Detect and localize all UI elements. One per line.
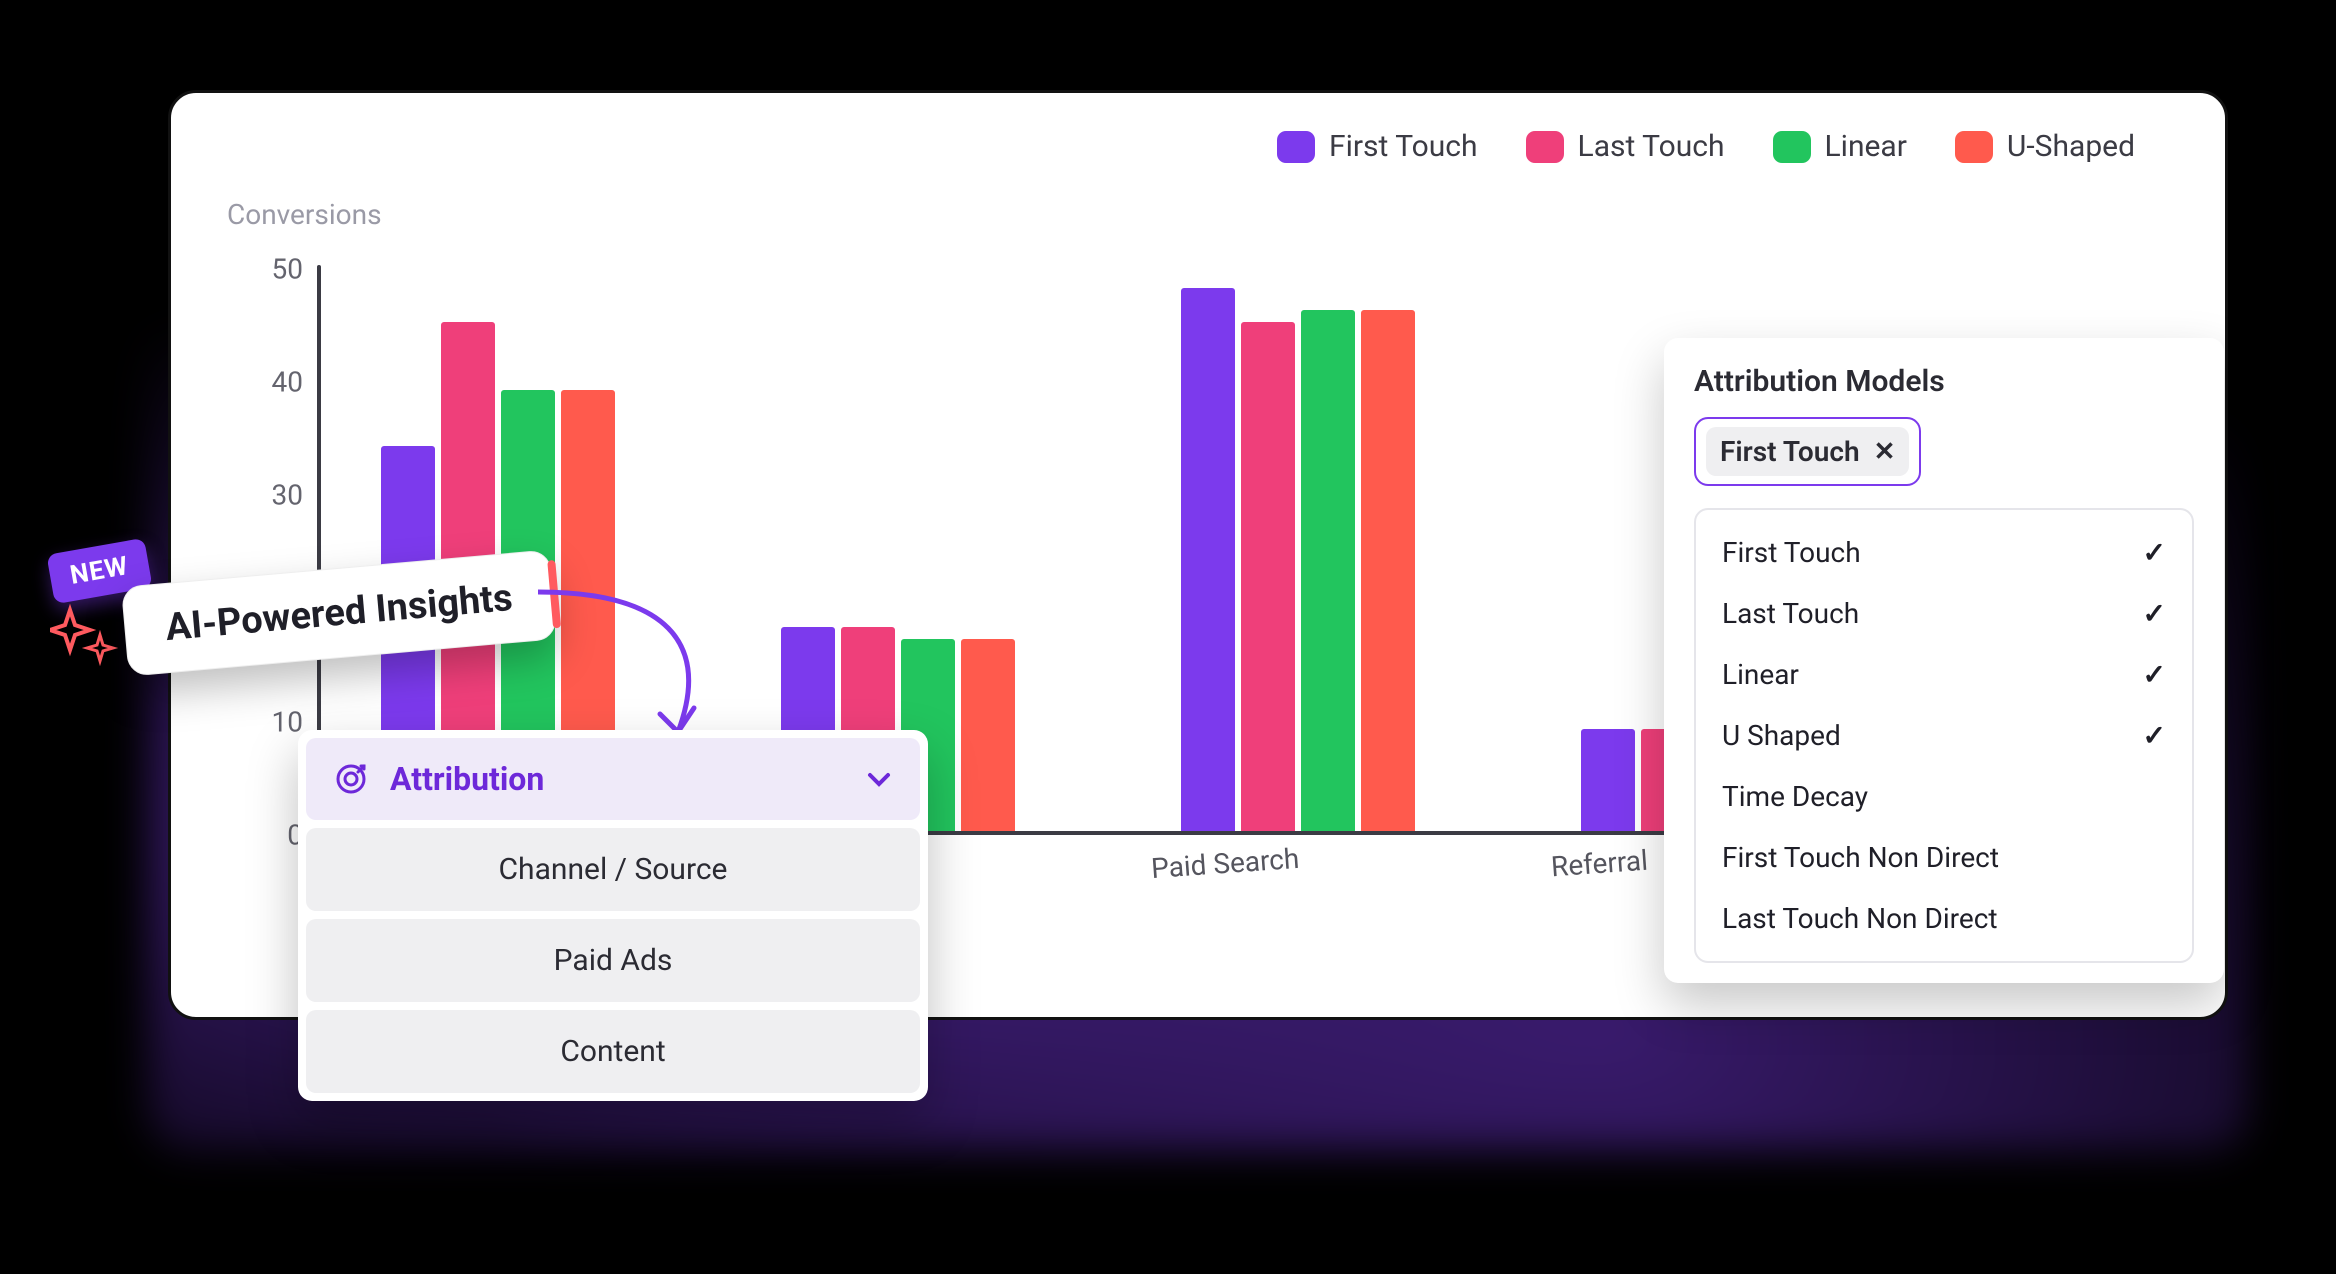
model-option-label: U Shaped	[1722, 719, 1841, 752]
model-option-label: Time Decay	[1722, 780, 1868, 813]
legend-label: U-Shaped	[2007, 129, 2135, 164]
check-icon: ✓	[2143, 597, 2166, 630]
y-axis-title: Conversions	[227, 198, 2175, 231]
model-option[interactable]: Last Touch Non Direct	[1704, 888, 2184, 949]
selected-chip-wrap[interactable]: First Touch ✕	[1694, 417, 1921, 486]
attribution-menu-header[interactable]: Attribution	[306, 738, 920, 820]
y-tick: 10	[272, 705, 303, 738]
legend-label: First Touch	[1329, 129, 1478, 164]
models-dropdown: First Touch ✓ Last Touch ✓ Linear ✓ U Shaped ✓ T…	[1694, 508, 2194, 963]
bar[interactable]	[1361, 310, 1415, 831]
y-tick: 30	[272, 479, 303, 512]
attribution-models-panel: Attribution Models First Touch ✕ First T…	[1664, 338, 2224, 983]
model-option-label: Linear	[1722, 658, 1799, 691]
bar[interactable]	[1581, 729, 1635, 831]
chevron-down-icon	[866, 766, 892, 792]
legend-swatch	[1955, 131, 1993, 163]
legend-swatch	[1773, 131, 1811, 163]
y-tick: 50	[272, 253, 303, 286]
model-option[interactable]: First Touch ✓	[1704, 522, 2184, 583]
bar[interactable]	[1181, 288, 1235, 831]
legend-label: Last Touch	[1578, 129, 1725, 164]
y-tick: 40	[272, 366, 303, 399]
target-icon	[334, 762, 368, 796]
chart-legend: First Touch Last Touch Linear U-Shaped	[221, 129, 2175, 164]
legend-label: Linear	[1825, 129, 1907, 164]
attribution-menu-item[interactable]: Paid Ads	[306, 919, 920, 1002]
bar[interactable]	[961, 639, 1015, 831]
x-tick-label: Referral	[1550, 844, 1649, 884]
legend-swatch	[1277, 131, 1315, 163]
model-option[interactable]: Linear ✓	[1704, 644, 2184, 705]
model-option-label: Last Touch	[1722, 597, 1859, 630]
selected-model-chip[interactable]: First Touch ✕	[1706, 427, 1909, 476]
legend-swatch	[1526, 131, 1564, 163]
legend-item[interactable]: Linear	[1773, 129, 1907, 164]
check-icon: ✓	[2143, 658, 2166, 691]
close-icon[interactable]: ✕	[1874, 437, 1896, 467]
attribution-menu-item[interactable]: Content	[306, 1010, 920, 1093]
attribution-menu: Attribution Channel / SourcePaid AdsCont…	[298, 730, 928, 1101]
model-option[interactable]: Last Touch ✓	[1704, 583, 2184, 644]
model-option-label: Last Touch Non Direct	[1722, 902, 1998, 935]
bar-group	[1181, 288, 1415, 831]
check-icon: ✓	[2143, 536, 2166, 569]
model-option-label: First Touch Non Direct	[1722, 841, 1999, 874]
selected-model-chip-label: First Touch	[1720, 435, 1860, 468]
model-option[interactable]: First Touch Non Direct	[1704, 827, 2184, 888]
legend-item[interactable]: U-Shaped	[1955, 129, 2135, 164]
model-option[interactable]: U Shaped ✓	[1704, 705, 2184, 766]
legend-item[interactable]: First Touch	[1277, 129, 1478, 164]
legend-item[interactable]: Last Touch	[1526, 129, 1725, 164]
check-icon: ✓	[2143, 719, 2166, 752]
bar[interactable]	[1241, 322, 1295, 831]
model-option-label: First Touch	[1722, 536, 1861, 569]
attribution-models-title: Attribution Models	[1694, 364, 2194, 399]
attribution-menu-label: Attribution	[390, 760, 544, 798]
bar[interactable]	[1301, 310, 1355, 831]
attribution-menu-item[interactable]: Channel / Source	[306, 828, 920, 911]
model-option[interactable]: Time Decay	[1704, 766, 2184, 827]
x-tick-label: Paid Search	[1150, 842, 1300, 885]
sparkle-icon	[50, 600, 130, 680]
